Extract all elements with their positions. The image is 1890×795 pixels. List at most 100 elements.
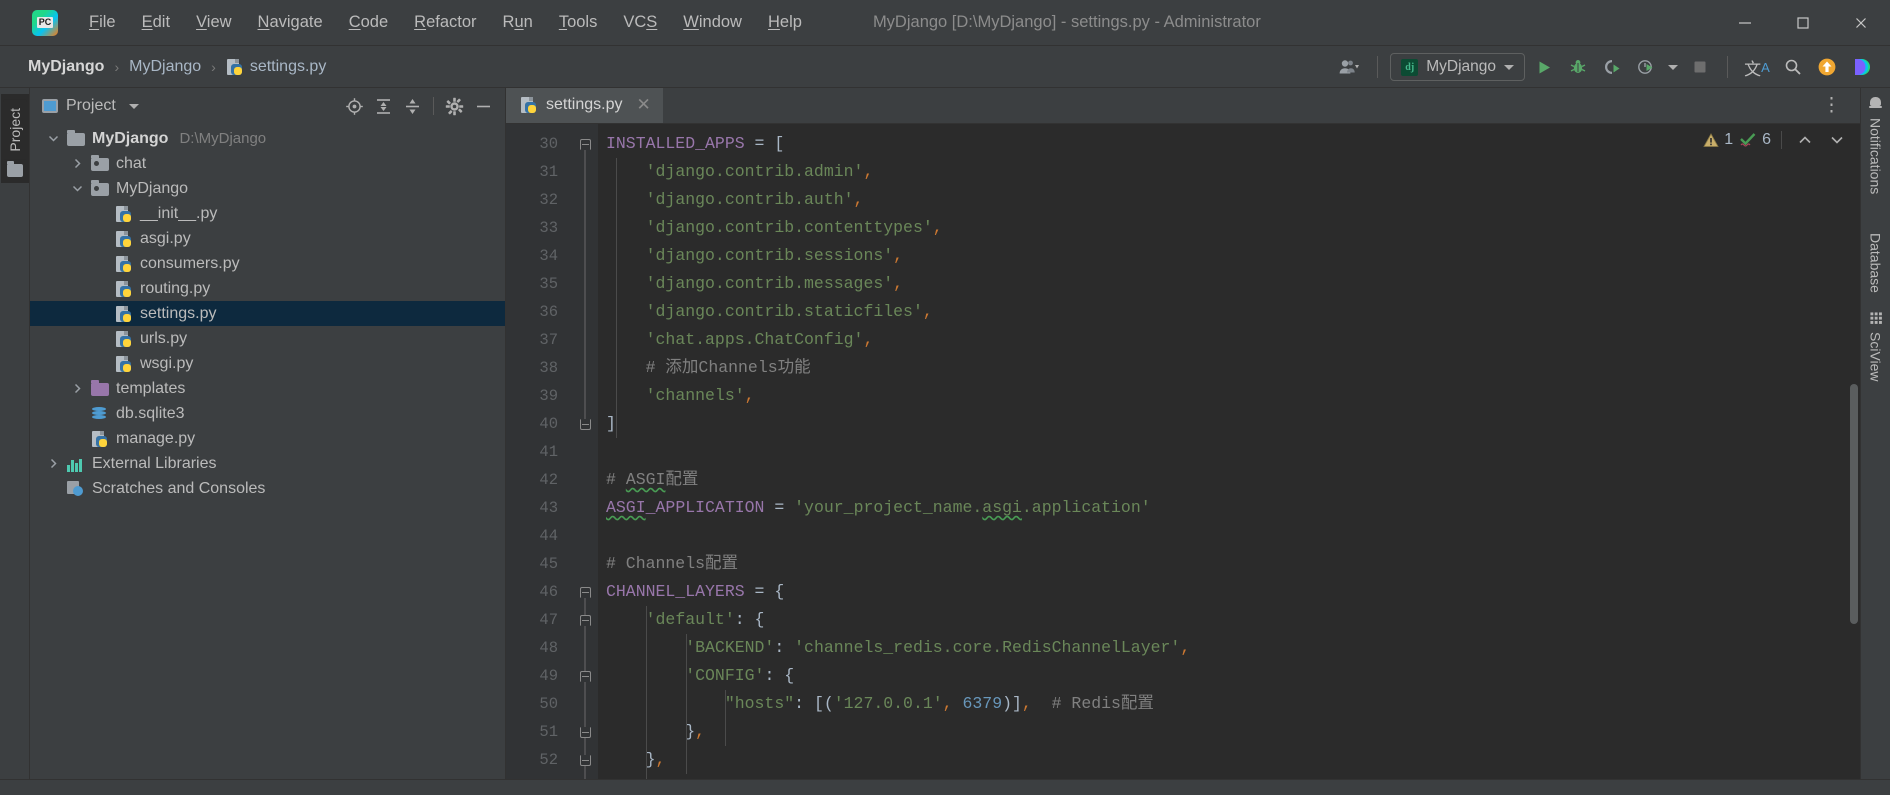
run-configuration-selector[interactable]: dj MyDjango	[1390, 53, 1525, 81]
chevron-right-icon[interactable]	[70, 383, 84, 394]
tree-node-urls-py[interactable]: urls.py	[30, 326, 505, 351]
code-line: },	[606, 746, 1860, 774]
update-project-icon[interactable]	[1812, 52, 1842, 82]
tool-window-button-sciview[interactable]: SciView	[1868, 311, 1884, 382]
fold-marker-close-icon[interactable]	[579, 754, 591, 766]
tree-node-settings-py[interactable]: settings.py	[30, 301, 505, 326]
line-number: 33	[539, 219, 558, 237]
project-tree[interactable]: MyDjango D:\MyDjango chat MyDjango __init__.…	[30, 124, 505, 779]
code-token: ,	[922, 302, 933, 321]
menu-tools[interactable]: Tools	[546, 9, 611, 36]
ide-feature-icon[interactable]	[1846, 52, 1876, 82]
tree-node-external-libraries[interactable]: External Libraries	[30, 451, 505, 476]
chevron-right-icon[interactable]	[70, 158, 84, 169]
breadcrumb-item-2[interactable]: settings.py	[220, 56, 332, 78]
menu-run[interactable]: Run	[490, 9, 546, 36]
left-tool-strip: Project	[0, 88, 30, 779]
next-problem-icon[interactable]	[1824, 132, 1850, 149]
line-number: 53	[506, 774, 572, 779]
minimize-button[interactable]	[1716, 0, 1774, 46]
editor-options-icon[interactable]: ⋮	[1814, 96, 1850, 115]
weak-warning-count[interactable]: 6	[1739, 131, 1771, 149]
tool-window-button-notifications[interactable]: Notifications	[1868, 96, 1884, 194]
hide-panel-icon[interactable]	[470, 93, 497, 120]
breadcrumb-item-0[interactable]: MyDjango	[22, 56, 110, 78]
chevron-down-icon[interactable]	[70, 183, 84, 194]
tree-node-db-sqlite3[interactable]: db.sqlite3	[30, 401, 505, 426]
menu-navigate[interactable]: Navigate	[245, 9, 336, 36]
breadcrumb-label: MyDjango	[129, 57, 202, 75]
tree-node-mydjango[interactable]: MyDjango	[30, 176, 505, 201]
code-line: },	[606, 718, 1860, 746]
fold-marker-close-icon[interactable]	[579, 726, 591, 738]
previous-problem-icon[interactable]	[1792, 132, 1818, 149]
debug-button[interactable]	[1563, 52, 1593, 82]
fold-marker-open-icon[interactable]	[579, 138, 591, 150]
translate-icon[interactable]: 文A	[1740, 52, 1774, 82]
tree-node-chat[interactable]: chat	[30, 151, 505, 176]
tree-node-asgi-py[interactable]: asgi.py	[30, 226, 505, 251]
code-token: ,	[942, 694, 963, 713]
tool-window-button-project[interactable]: Project	[0, 94, 29, 183]
project-scope-dropdown-icon[interactable]	[124, 93, 144, 120]
line-number: 47	[539, 611, 558, 629]
tree-node-mydjango[interactable]: MyDjango D:\MyDjango	[30, 126, 505, 151]
fold-marker-open-icon[interactable]	[579, 614, 591, 626]
expand-all-icon[interactable]	[370, 93, 397, 120]
menu-edit[interactable]: Edit	[129, 9, 183, 36]
code-editor[interactable]: 1 6 30 31 32 33 34 35 36 37 38 39 40 41 …	[506, 124, 1860, 779]
tree-node-label: MyDjango	[116, 179, 189, 197]
editor-vertical-scrollbar[interactable]	[1850, 384, 1858, 624]
collapse-all-icon[interactable]	[399, 93, 426, 120]
tree-node-scratches-and-consoles[interactable]: Scratches and Consoles	[30, 476, 505, 501]
menu-file[interactable]: File	[76, 9, 129, 36]
menu-refactor[interactable]: Refactor	[401, 9, 489, 36]
user-avatar-icon[interactable]	[1335, 52, 1365, 82]
menu-view[interactable]: View	[183, 9, 244, 36]
profile-button[interactable]	[1631, 52, 1661, 82]
right-strip-label: SciView	[1867, 332, 1884, 382]
fold-connector	[584, 144, 586, 424]
search-icon[interactable]	[1778, 52, 1808, 82]
code-token: 'chat.apps.ChatConfig'	[645, 330, 864, 349]
locate-file-icon[interactable]	[341, 93, 368, 120]
tree-node-templates[interactable]: templates	[30, 376, 505, 401]
status-bar	[0, 779, 1890, 795]
breadcrumb-item-1[interactable]: MyDjango	[123, 56, 207, 78]
run-button[interactable]	[1529, 52, 1559, 82]
fold-marker-open-icon[interactable]	[579, 586, 591, 598]
line-number: 43	[539, 499, 558, 517]
run-with-coverage-button[interactable]	[1597, 52, 1627, 82]
close-tab-icon[interactable]: ✕	[630, 95, 650, 115]
menu-code[interactable]: Code	[336, 9, 401, 36]
code-token: 'BACKEND'	[685, 638, 775, 657]
tool-window-button-database[interactable]: Database	[1868, 212, 1884, 293]
code-line: 'django.contrib.admin',	[606, 158, 1860, 186]
editor-tab-settings-py[interactable]: settings.py ✕	[506, 88, 663, 123]
tree-node-manage-py[interactable]: manage.py	[30, 426, 505, 451]
tree-node-consumers-py[interactable]: consumers.py	[30, 251, 505, 276]
stop-button[interactable]	[1685, 52, 1715, 82]
profile-dropdown-icon[interactable]	[1665, 52, 1681, 82]
maximize-button[interactable]	[1774, 0, 1832, 46]
gear-icon[interactable]	[441, 93, 468, 120]
menu-window[interactable]: Window	[670, 9, 755, 36]
code-token: ,	[655, 750, 666, 769]
code-folding-gutter[interactable]	[572, 124, 598, 779]
menu-help[interactable]: Help	[755, 9, 815, 36]
close-button[interactable]	[1832, 0, 1890, 46]
chevron-right-icon[interactable]	[46, 458, 60, 469]
tree-node-routing-py[interactable]: routing.py	[30, 276, 505, 301]
warning-count[interactable]: 1	[1703, 131, 1733, 149]
fold-marker-open-icon[interactable]	[579, 670, 591, 682]
code-content[interactable]: INSTALLED_APPS = [ 'django.contrib.admin…	[598, 124, 1860, 779]
menu-vcs[interactable]: VCS	[610, 9, 670, 36]
fold-marker-close-icon[interactable]	[579, 418, 591, 430]
tree-node--init-py[interactable]: __init__.py	[30, 201, 505, 226]
tree-node-wsgi-py[interactable]: wsgi.py	[30, 351, 505, 376]
chevron-down-icon[interactable]	[46, 133, 60, 144]
code-token: ,	[695, 722, 706, 741]
folder-icon	[6, 160, 23, 177]
